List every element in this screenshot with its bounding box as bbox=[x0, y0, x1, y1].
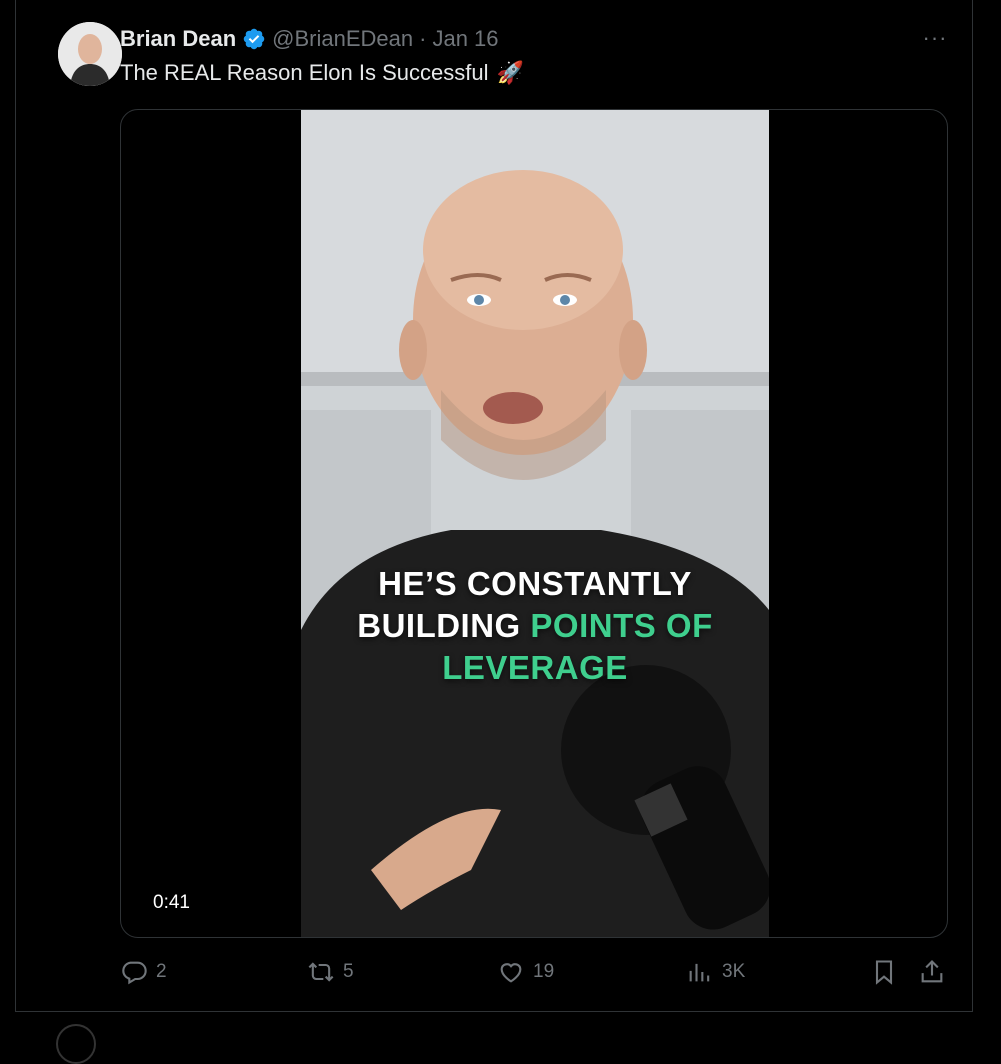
verified-badge-icon bbox=[242, 27, 266, 51]
caption-line-3-highlight: LEVERAGE bbox=[442, 649, 628, 686]
tweet-text: The REAL Reason Elon Is Successful 🚀 bbox=[120, 60, 524, 86]
author-name[interactable]: Brian Dean bbox=[120, 26, 236, 52]
rocket-emoji-icon: 🚀 bbox=[496, 60, 524, 85]
more-options-button[interactable]: ··· bbox=[917, 25, 953, 50]
tweet-date[interactable]: Jan 16 bbox=[432, 26, 498, 52]
video-player[interactable]: HE’S CONSTANTLY BUILDING POINTS OF LEVER… bbox=[120, 109, 948, 938]
share-icon bbox=[921, 960, 943, 983]
caption-line-2-white: BUILDING bbox=[357, 607, 531, 644]
views-button[interactable]: 3K bbox=[686, 958, 745, 986]
reply-icon bbox=[122, 961, 147, 985]
views-chart-icon bbox=[689, 963, 710, 982]
like-count: 19 bbox=[533, 961, 555, 982]
reply-button[interactable]: 2 bbox=[120, 958, 167, 986]
author-avatar[interactable] bbox=[58, 22, 122, 86]
share-button[interactable] bbox=[918, 958, 946, 986]
video-duration: 0:41 bbox=[143, 890, 200, 916]
video-frame[interactable]: HE’S CONSTANTLY BUILDING POINTS OF LEVER… bbox=[301, 110, 769, 937]
repost-icon bbox=[308, 962, 334, 982]
separator-dot: · bbox=[419, 26, 427, 51]
caption-line-1: HE’S CONSTANTLY bbox=[378, 565, 692, 602]
reply-count: 2 bbox=[156, 961, 167, 982]
author-handle[interactable]: @BrianEDean bbox=[272, 26, 413, 52]
tweet-card[interactable]: Brian Dean @BrianEDean · Jan 16 ··· The … bbox=[15, 0, 973, 1012]
bookmark-button[interactable] bbox=[870, 958, 898, 986]
video-thumbnail-image bbox=[301, 110, 769, 937]
heart-icon bbox=[500, 963, 522, 983]
next-tweet-avatar[interactable] bbox=[56, 1024, 96, 1064]
more-options-icon: ··· bbox=[922, 25, 948, 50]
like-button[interactable]: 19 bbox=[497, 958, 554, 986]
tweet-text-body: The REAL Reason Elon Is Successful bbox=[120, 60, 489, 85]
caption-line-2-highlight: POINTS OF bbox=[530, 607, 713, 644]
repost-button[interactable]: 5 bbox=[307, 958, 354, 986]
bookmark-icon bbox=[875, 960, 893, 985]
tweet-actions: 2 5 19 3K bbox=[120, 958, 950, 992]
views-count: 3K bbox=[722, 961, 746, 982]
video-caption: HE’S CONSTANTLY BUILDING POINTS OF LEVER… bbox=[301, 563, 769, 689]
tweet-header: Brian Dean @BrianEDean · Jan 16 bbox=[120, 24, 499, 54]
repost-count: 5 bbox=[343, 961, 354, 982]
